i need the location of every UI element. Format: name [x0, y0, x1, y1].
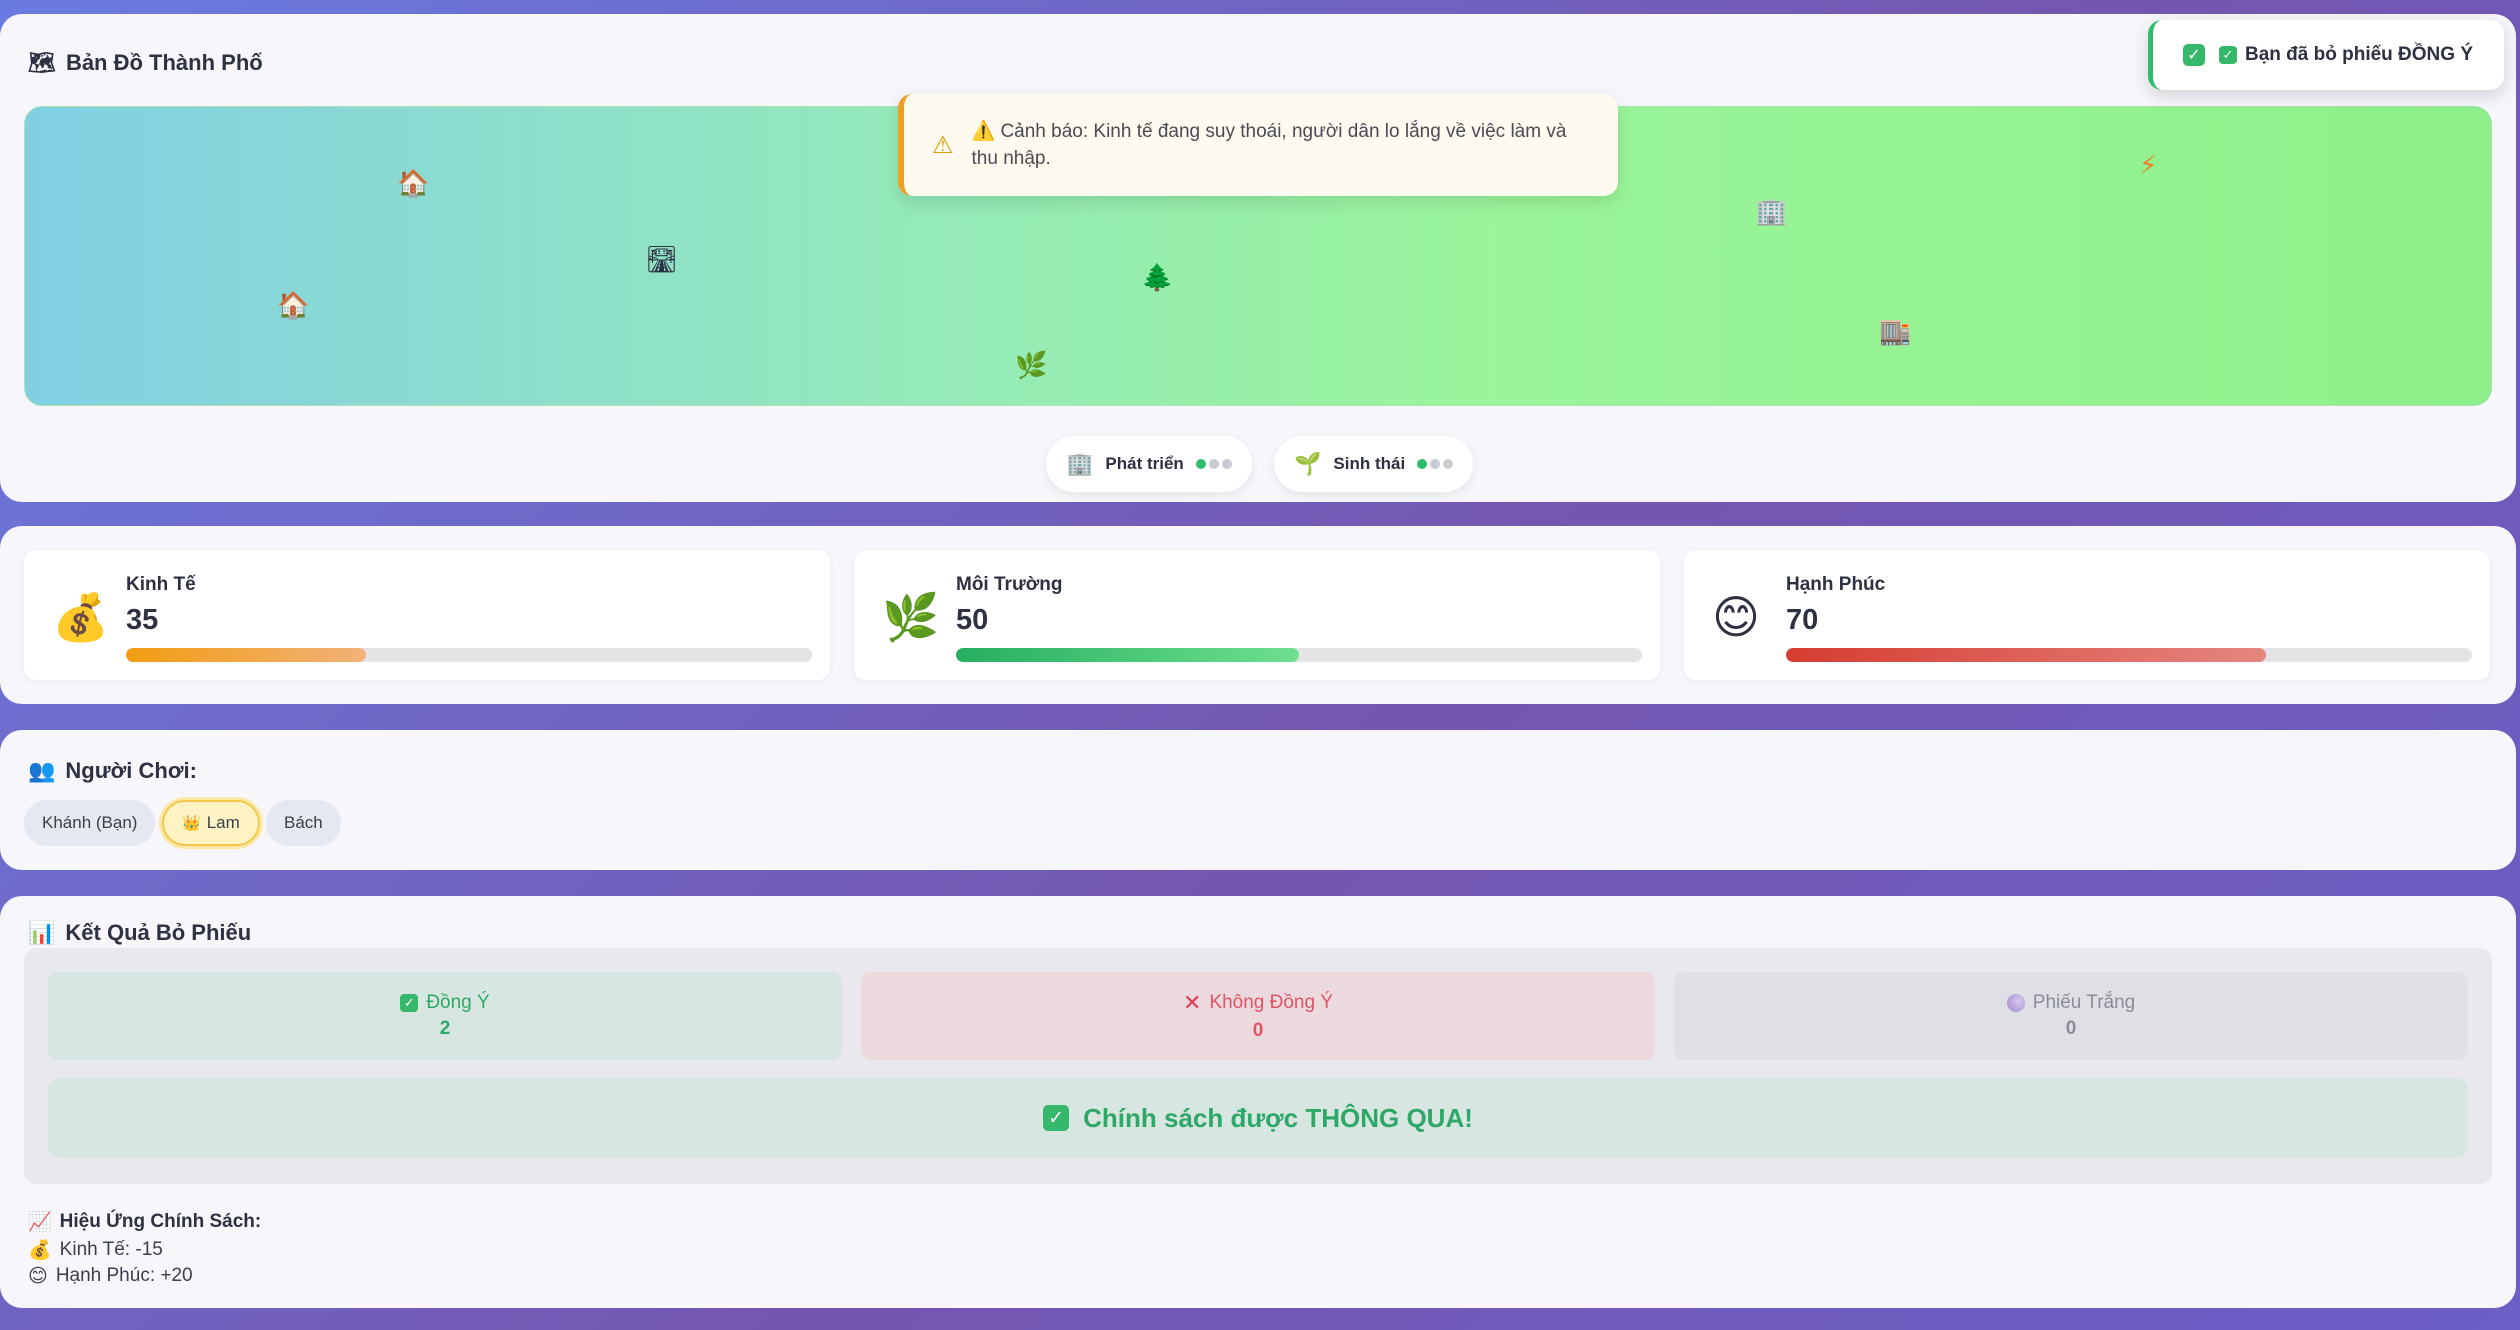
people-icon: 👥	[28, 758, 56, 784]
toast-message: ✓ Bạn đã bỏ phiếu ĐỒNG Ý	[2219, 44, 2473, 66]
stat-progress-bar	[126, 648, 812, 662]
vote-blank-label-text: Phiếu Trắng	[2032, 992, 2136, 1013]
stat-label: Hạnh Phúc	[1786, 574, 1886, 595]
road-icon[interactable]: 🛣	[645, 247, 678, 273]
ecology-indicator-label: Sinh thái	[1333, 454, 1406, 473]
level-dot-empty	[1221, 459, 1232, 469]
house-icon[interactable]: 🏠	[397, 171, 429, 197]
vote-agree-label: ✓ Đồng Ý	[400, 992, 490, 1014]
economy-warning-alert: ⚠ ⚠️ Cảnh báo: Kinh tế đang suy thoái, n…	[898, 94, 1618, 196]
vote-results-title: 📊 Kết Quả Bỏ Phiếu	[28, 920, 251, 946]
vote-disagree-label: ✕ Không Đồng Ý	[1183, 990, 1333, 1016]
stat-value: 70	[1786, 604, 1819, 636]
ecology-level-dots	[1417, 459, 1454, 469]
trend-chart-icon: 📈	[28, 1211, 52, 1233]
players-panel: 👥 Người Chơi: Khánh (Bạn) 👑 Lam Bách	[0, 730, 2516, 870]
cross-icon: ✕	[1182, 990, 1202, 1015]
city-map-panel: 🗺 Bản Đồ Thành Phố 🏠 🏠 🛣 🌲 🌿 🏢 🏬 ⚡ ⚠ ⚠️ …	[0, 14, 2516, 502]
policy-verdict-banner: ✓ Chính sách được THÔNG QUA!	[48, 1078, 2468, 1158]
house-icon[interactable]: 🏠	[277, 293, 309, 319]
money-bag-icon: 💰	[28, 1239, 52, 1261]
players-title-text: Người Chơi:	[65, 758, 197, 783]
player-chip-khanh[interactable]: Khánh (Bạn)	[24, 800, 156, 846]
policy-effects-title-text: Hiệu Ứng Chính Sách:	[59, 1210, 262, 1232]
stat-value: 35	[126, 604, 159, 636]
policy-effects-title: 📈 Hiệu Ứng Chính Sách:	[28, 1210, 262, 1234]
stat-progress-fill	[1786, 648, 2267, 662]
level-dot-empty	[1443, 459, 1454, 469]
check-icon: ✓	[400, 994, 419, 1012]
stat-card-happiness: 😊 Hạnh Phúc 70	[1684, 550, 2490, 680]
stat-label: Kinh Tế	[126, 574, 196, 595]
vote-results-box: ✓ Đồng Ý 2 ✕ Không Đồng Ý 0 Phiếu Trắng …	[24, 948, 2492, 1184]
level-dot-empty	[1208, 459, 1219, 469]
level-dot-empty	[1430, 459, 1441, 469]
moon-icon	[2006, 994, 2025, 1012]
vote-agree-count: 2	[439, 1018, 451, 1039]
level-dot-filled	[1195, 459, 1206, 469]
level-dot-filled	[1417, 459, 1428, 469]
toast-message-text: Bạn đã bỏ phiếu ĐỒNG Ý	[2245, 44, 2474, 65]
stat-value: 50	[956, 604, 989, 636]
development-indicator: 🏢 Phát triển	[1046, 436, 1252, 492]
vote-results-title-text: Kết Quả Bỏ Phiếu	[65, 920, 252, 945]
policy-verdict-text: Chính sách được THÔNG QUA!	[1083, 1102, 1473, 1133]
stat-card-environment: 🌿 Môi Trường 50	[854, 550, 1660, 680]
stats-panel: 💰 Kinh Tế 35 🌿 Môi Trường 50 😊 Hạnh Phúc…	[0, 526, 2516, 704]
vote-disagree-count: 0	[1252, 1020, 1264, 1041]
bar-chart-icon: 📊	[28, 920, 56, 946]
seedling-icon: 🌱	[1294, 451, 1322, 477]
warning-alert-text: ⚠️ Cảnh báo: Kinh tế đang suy thoái, ngư…	[971, 121, 1567, 169]
vote-agree-label-text: Đồng Ý	[426, 992, 490, 1013]
vote-results-panel: 📊 Kết Quả Bỏ Phiếu ✓ Đồng Ý 2 ✕ Không Đồ…	[0, 896, 2516, 1308]
development-level-dots	[1195, 459, 1232, 469]
player-name: Lam	[206, 813, 240, 832]
map-icon: 🗺	[28, 50, 56, 76]
policy-effect-text: Kinh Tế: -15	[59, 1239, 163, 1260]
vote-blank-card: Phiếu Trắng 0	[1674, 972, 2468, 1060]
money-bag-icon: 💰	[52, 590, 110, 644]
players-title: 👥 Người Chơi:	[28, 758, 197, 784]
policy-effect-happiness: 😊 Hạnh Phúc: +20	[28, 1263, 261, 1289]
stat-progress-bar	[956, 648, 1642, 662]
warning-icon: ⚠	[932, 131, 954, 159]
check-icon: ✓	[2183, 44, 2205, 66]
policy-effects: 📈 Hiệu Ứng Chính Sách: 💰 Kinh Tế: -15 😊 …	[28, 1210, 261, 1289]
ecology-indicator: 🌱 Sinh thái	[1274, 436, 1474, 492]
vote-confirmation-toast: ✓ ✓ Bạn đã bỏ phiếu ĐỒNG Ý	[2148, 20, 2504, 90]
city-map-title-text: Bản Đồ Thành Phố	[65, 50, 263, 75]
vote-disagree-label-text: Không Đồng Ý	[1209, 992, 1334, 1013]
city-map-title: 🗺 Bản Đồ Thành Phố	[28, 50, 263, 76]
lightning-icon[interactable]: ⚡	[2139, 153, 2157, 179]
herb-icon[interactable]: 🌿	[1015, 353, 1047, 379]
vote-agree-card: ✓ Đồng Ý 2	[48, 972, 842, 1060]
check-icon: ✓	[2219, 46, 2237, 64]
crown-icon: 👑	[182, 814, 201, 832]
policy-effect-economy: 💰 Kinh Tế: -15	[28, 1237, 261, 1263]
smiley-icon: 😊	[1712, 590, 1760, 644]
tree-icon[interactable]: 🌲	[1141, 265, 1173, 291]
building-icon[interactable]: 🏬	[1879, 319, 1911, 345]
stat-progress-bar	[1786, 648, 2472, 662]
player-name: Bách	[284, 813, 323, 832]
vote-disagree-card: ✕ Không Đồng Ý 0	[861, 972, 1655, 1060]
office-building-icon[interactable]: 🏢	[1755, 199, 1787, 225]
stat-label: Môi Trường	[956, 574, 1063, 595]
vote-blank-count: 0	[2065, 1018, 2077, 1039]
player-chip-lam[interactable]: 👑 Lam	[162, 800, 260, 846]
vote-blank-label: Phiếu Trắng	[2006, 992, 2136, 1014]
stat-progress-fill	[956, 648, 1299, 662]
stat-card-economy: 💰 Kinh Tế 35	[24, 550, 830, 680]
policy-effect-text: Hạnh Phúc: +20	[55, 1265, 193, 1286]
player-name: Khánh (Bạn)	[42, 813, 138, 832]
stat-progress-fill	[126, 648, 367, 662]
check-icon: ✓	[1043, 1105, 1070, 1131]
development-indicator-label: Phát triển	[1105, 454, 1184, 473]
herb-icon: 🌿	[882, 590, 940, 644]
smiley-icon: 😊	[28, 1265, 48, 1287]
office-building-icon: 🏢	[1066, 451, 1094, 477]
player-chip-bach[interactable]: Bách	[266, 800, 341, 846]
